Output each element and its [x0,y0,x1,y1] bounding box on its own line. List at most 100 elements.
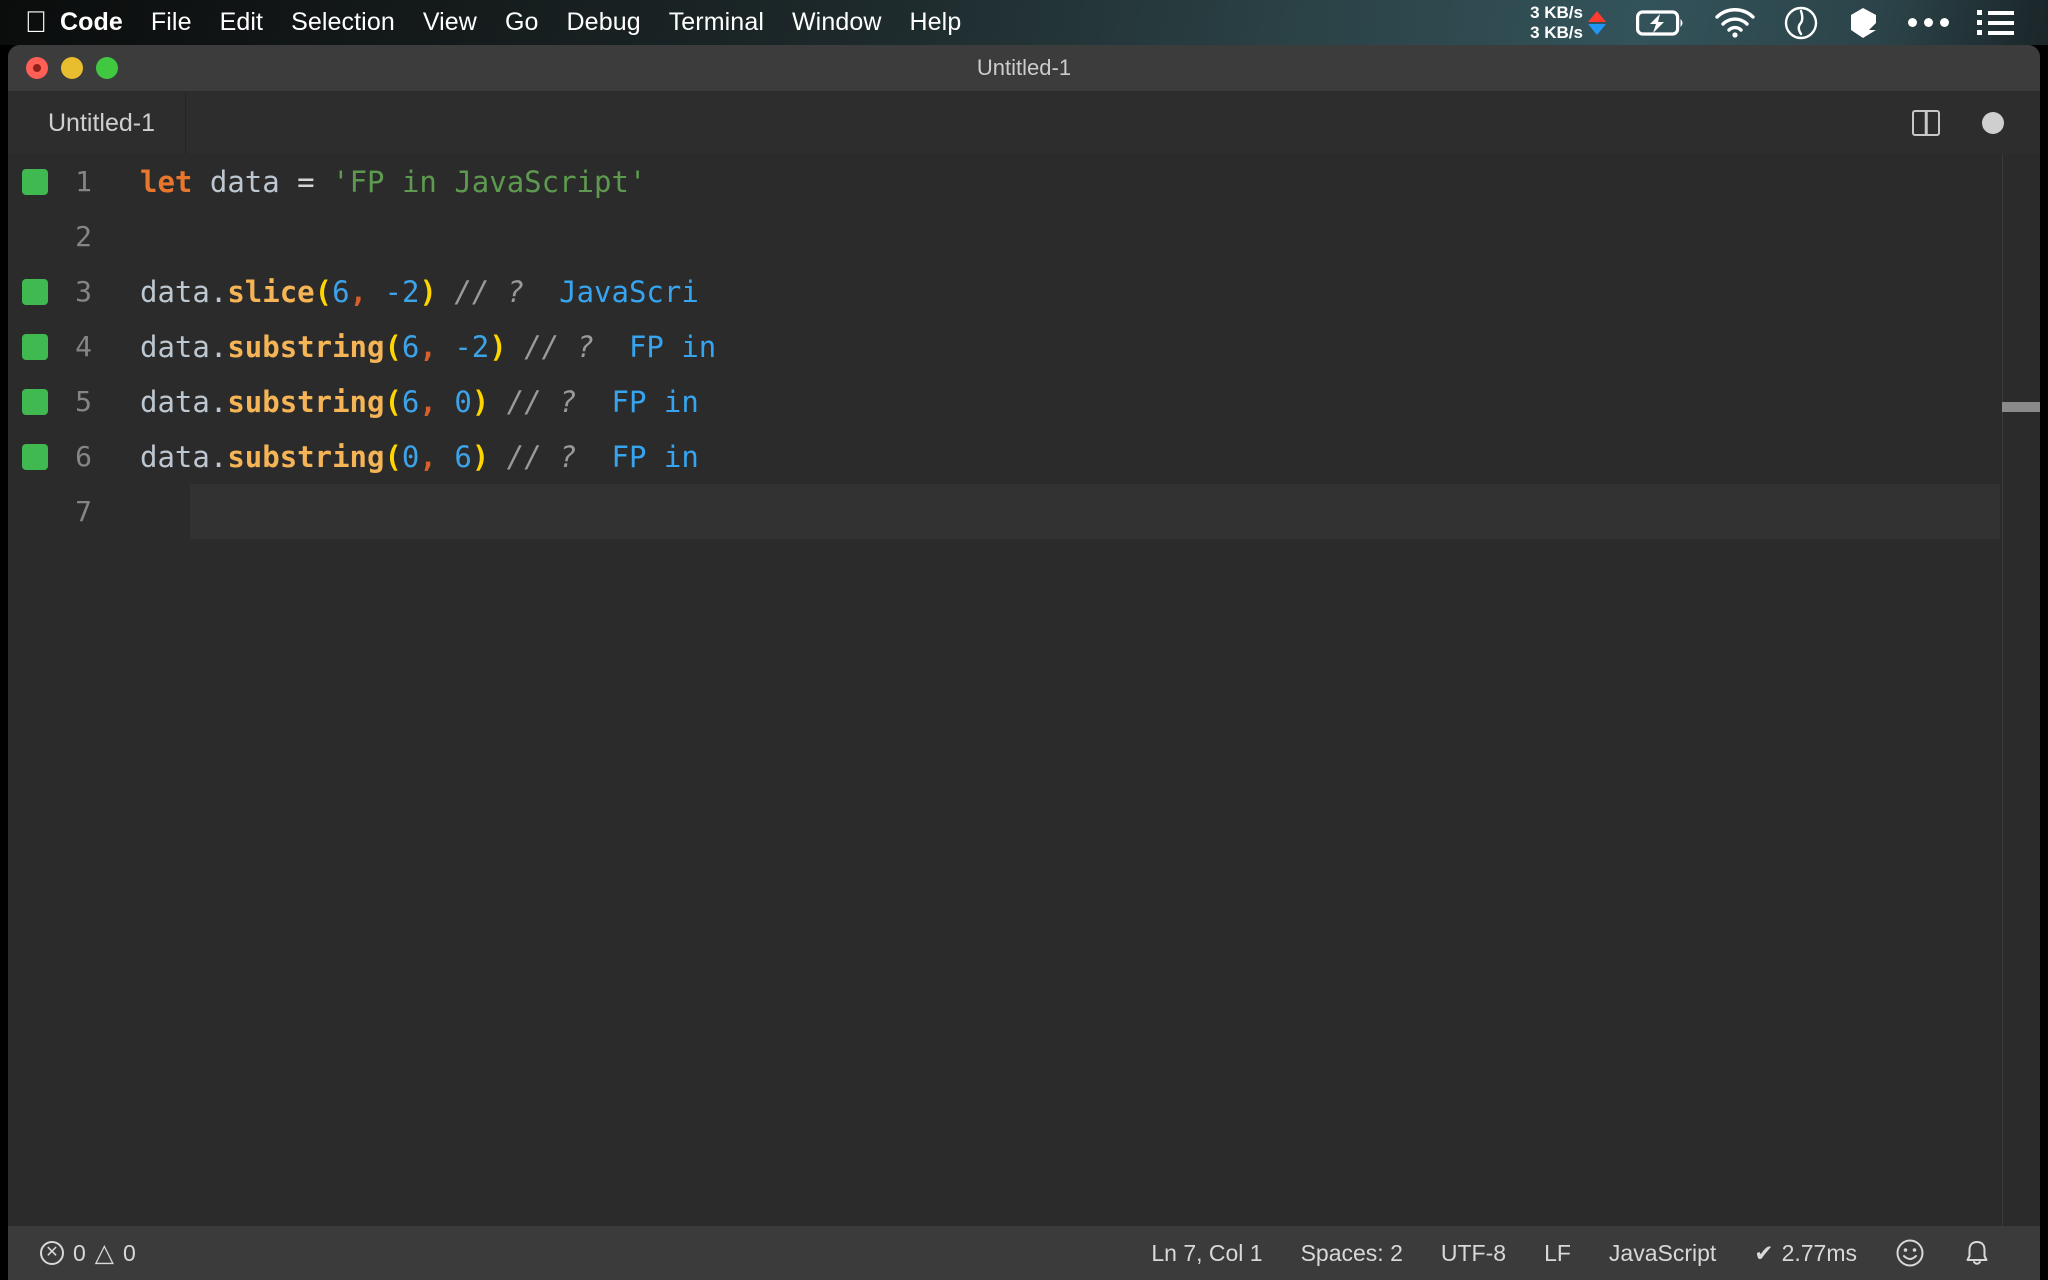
menu-item-code[interactable]: Code [46,0,137,45]
code-token: ) [472,385,489,419]
line-number: 1 [48,165,140,198]
menu-item-window[interactable]: Window [778,0,896,45]
status-bar: ✕ 0 △ 0 Ln 7, Col 1 Spaces: 2 UTF-8 LF J… [8,1226,2040,1280]
code-line[interactable]: 6data.substring(0, 6) // ? FP in [8,429,2040,484]
line-number: 4 [48,330,140,363]
quokka-status[interactable]: ✔ 2.77ms [1735,1240,1876,1267]
download-arrow-icon [1588,24,1606,35]
menu-item-view[interactable]: View [409,0,491,45]
code-line[interactable]: 7 [8,484,2040,539]
code-token: , [419,330,436,364]
notifications-bell-icon[interactable] [1944,1238,2010,1268]
code-line[interactable]: 4data.substring(6, -2) // ? FP in [8,319,2040,374]
menu-item-go[interactable]: Go [491,0,553,45]
check-icon: ✔ [1754,1240,1773,1267]
code-token: slice [227,275,314,309]
language-mode-status[interactable]: JavaScript [1590,1240,1735,1267]
wifi-icon[interactable] [1700,0,1770,45]
quokka-live-indicator-icon [22,169,48,195]
clock-icon[interactable] [1770,0,1832,45]
code-token: // ? [454,275,524,309]
macos-menu-bar:  Code File Edit Selection View Go Debug… [0,0,2048,45]
network-arrows [1588,11,1606,35]
cursor-position-status[interactable]: Ln 7, Col 1 [1132,1240,1281,1267]
code-token: ( [384,385,401,419]
code-text[interactable]: data.substring(6, -2) // ? FP in [140,330,716,364]
battery-charging-icon[interactable] [1622,0,1700,45]
network-speed-indicator[interactable]: 3 KB/s 3 KB/s [1530,3,1622,43]
code-text[interactable]: let data = 'FP in JavaScript' [140,165,646,199]
problems-status[interactable]: ✕ 0 △ 0 [40,1240,155,1267]
editor-scrollbar[interactable] [2002,154,2040,1226]
code-token: 0 [454,385,471,419]
menu-item-debug[interactable]: Debug [553,0,655,45]
code-token [280,165,297,199]
code-token: -2 [385,275,420,309]
indentation-status[interactable]: Spaces: 2 [1282,1240,1422,1267]
code-token: 6 [332,275,349,309]
code-token: data [140,275,210,309]
quokka-live-indicator-icon [22,444,48,470]
download-speed-label: 3 KB/s [1530,23,1583,43]
code-token: ( [384,440,401,474]
code-token: substring [227,440,384,474]
scrollbar-thumb[interactable] [2002,402,2040,412]
code-token [437,330,454,364]
code-line[interactable]: 5data.substring(6, 0) // ? FP in [8,374,2040,429]
window-title: Untitled-1 [8,55,2040,81]
quokka-live-indicator-icon [22,334,48,360]
eol-status[interactable]: LF [1525,1240,1590,1267]
code-token: data [210,165,280,199]
unsaved-changes-dot-icon[interactable] [1982,112,2004,134]
apple-logo-icon[interactable]:  [0,0,46,45]
code-token: . [210,275,227,309]
code-text[interactable]: data.substring(6, 0) // ? FP in [140,385,699,419]
code-token: JavaScri [559,275,699,309]
quokka-live-indicator-icon [22,279,48,305]
line-number: 6 [48,440,140,473]
code-token [367,275,384,309]
code-token: ) [489,330,506,364]
code-token: FP in [612,440,699,474]
upload-arrow-icon [1588,11,1606,22]
code-text[interactable]: data.substring(0, 6) // ? FP in [140,440,699,474]
code-token: // ? [507,385,577,419]
upload-speed-label: 3 KB/s [1530,3,1583,23]
code-text[interactable]: data.slice(6, -2) // ? JavaScri [140,275,699,309]
code-token [489,440,506,474]
menu-item-file[interactable]: File [137,0,206,45]
code-token: ) [419,275,436,309]
code-token [489,385,506,419]
split-editor-icon[interactable] [1912,110,1940,136]
quokka-time-label: 2.77ms [1782,1240,1857,1267]
code-token: data [140,440,210,474]
code-token: 0 [402,440,419,474]
tab-untitled-1[interactable]: Untitled-1 [8,92,186,154]
code-token: . [210,330,227,364]
feedback-smiley-icon[interactable] [1876,1238,1944,1268]
gutter-spacer [22,499,48,525]
code-token [192,165,209,199]
code-token: = [297,165,314,199]
menu-item-edit[interactable]: Edit [206,0,277,45]
code-line[interactable]: 2 [8,209,2040,264]
menu-item-terminal[interactable]: Terminal [655,0,778,45]
status-bar-right: Ln 7, Col 1 Spaces: 2 UTF-8 LF JavaScrip… [1132,1238,2040,1268]
code-token: ) [472,440,489,474]
code-token: -2 [454,330,489,364]
code-token: . [210,440,227,474]
more-dots-icon[interactable] [1894,0,1963,45]
code-line[interactable]: 3data.slice(6, -2) // ? JavaScri [8,264,2040,319]
error-count: 0 [73,1240,86,1267]
code-line[interactable]: 1let data = 'FP in JavaScript' [8,154,2040,209]
encoding-status[interactable]: UTF-8 [1422,1240,1525,1267]
window-title-bar: Untitled-1 [8,45,2040,92]
dropbox-icon[interactable] [1832,0,1894,45]
code-token: substring [227,330,384,364]
code-editor[interactable]: 1let data = 'FP in JavaScript'23data.sli… [8,154,2040,1226]
menu-item-help[interactable]: Help [896,0,976,45]
warning-count: 0 [123,1240,136,1267]
code-token: 6 [402,385,419,419]
menu-item-selection[interactable]: Selection [277,0,409,45]
control-center-icon[interactable] [1963,0,2028,45]
